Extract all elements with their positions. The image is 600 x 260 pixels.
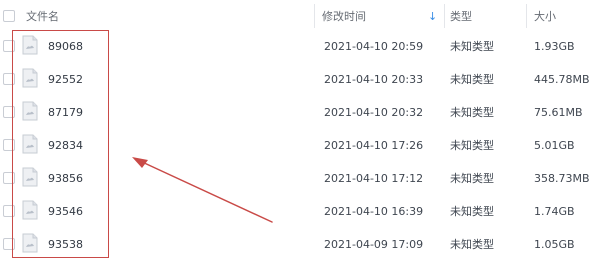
file-list-window: 文件名 修改时间 ↓ 类型 大小 89068 2021-04-10 20:59 … — [0, 0, 600, 260]
row-checkbox[interactable] — [3, 205, 15, 217]
column-divider[interactable] — [526, 4, 527, 28]
file-type: 未知类型 — [450, 238, 494, 251]
file-name[interactable]: 93546 — [48, 195, 83, 228]
generic-file-icon — [22, 68, 38, 88]
column-header-mtime[interactable]: 修改时间 — [322, 0, 366, 34]
file-name[interactable]: 92834 — [48, 129, 83, 162]
file-type: 未知类型 — [450, 172, 494, 185]
column-divider[interactable] — [314, 4, 315, 28]
file-row[interactable]: 87179 2021-04-10 20:32 未知类型 75.61MB — [0, 96, 600, 129]
file-size: 445.78MB — [534, 73, 590, 86]
file-mtime: 2021-04-10 20:33 — [324, 73, 424, 86]
file-mtime: 2021-04-10 16:39 — [324, 205, 424, 218]
generic-file-icon — [22, 35, 38, 55]
row-checkbox[interactable] — [3, 172, 15, 184]
file-size: 358.73MB — [534, 172, 590, 185]
file-size: 1.93GB — [534, 40, 575, 53]
row-checkbox[interactable] — [3, 238, 15, 250]
file-name[interactable]: 92552 — [48, 63, 83, 96]
select-all-checkbox[interactable] — [3, 10, 15, 22]
row-checkbox[interactable] — [3, 139, 15, 151]
file-mtime: 2021-04-10 17:26 — [324, 139, 424, 152]
column-header-type[interactable]: 类型 — [450, 0, 472, 34]
file-row[interactable]: 93546 2021-04-10 16:39 未知类型 1.74GB — [0, 195, 600, 228]
file-size: 1.05GB — [534, 238, 575, 251]
file-mtime: 2021-04-10 17:12 — [324, 172, 424, 185]
file-size: 75.61MB — [534, 106, 583, 119]
row-checkbox[interactable] — [3, 73, 15, 85]
file-row[interactable]: 93856 2021-04-10 17:12 未知类型 358.73MB — [0, 162, 600, 195]
row-checkbox[interactable] — [3, 106, 15, 118]
generic-file-icon — [22, 167, 38, 187]
file-type: 未知类型 — [450, 40, 494, 53]
file-type: 未知类型 — [450, 139, 494, 152]
file-size: 1.74GB — [534, 205, 575, 218]
generic-file-icon — [22, 200, 38, 220]
file-name[interactable]: 93856 — [48, 162, 83, 195]
file-mtime: 2021-04-10 20:59 — [324, 40, 424, 53]
file-row[interactable]: 93538 2021-04-09 17:09 未知类型 1.05GB — [0, 228, 600, 260]
file-type: 未知类型 — [450, 73, 494, 86]
file-name[interactable]: 89068 — [48, 30, 83, 63]
generic-file-icon — [22, 101, 38, 121]
file-name[interactable]: 87179 — [48, 96, 83, 129]
file-row[interactable]: 92552 2021-04-10 20:33 未知类型 445.78MB — [0, 63, 600, 96]
file-type: 未知类型 — [450, 205, 494, 218]
file-row[interactable]: 92834 2021-04-10 17:26 未知类型 5.01GB — [0, 129, 600, 162]
file-mtime: 2021-04-09 17:09 — [324, 238, 424, 251]
row-checkbox[interactable] — [3, 40, 15, 52]
file-row[interactable]: 89068 2021-04-10 20:59 未知类型 1.93GB — [0, 30, 600, 63]
file-mtime: 2021-04-10 20:32 — [324, 106, 424, 119]
column-header-size[interactable]: 大小 — [534, 0, 556, 34]
column-header-name[interactable]: 文件名 — [26, 0, 59, 34]
file-type: 未知类型 — [450, 106, 494, 119]
generic-file-icon — [22, 134, 38, 154]
generic-file-icon — [22, 233, 38, 253]
file-name[interactable]: 93538 — [48, 228, 83, 260]
file-size: 5.01GB — [534, 139, 575, 152]
column-divider[interactable] — [444, 4, 445, 28]
file-list-header: 文件名 修改时间 ↓ 类型 大小 — [0, 0, 600, 34]
sort-desc-icon[interactable]: ↓ — [428, 0, 437, 34]
